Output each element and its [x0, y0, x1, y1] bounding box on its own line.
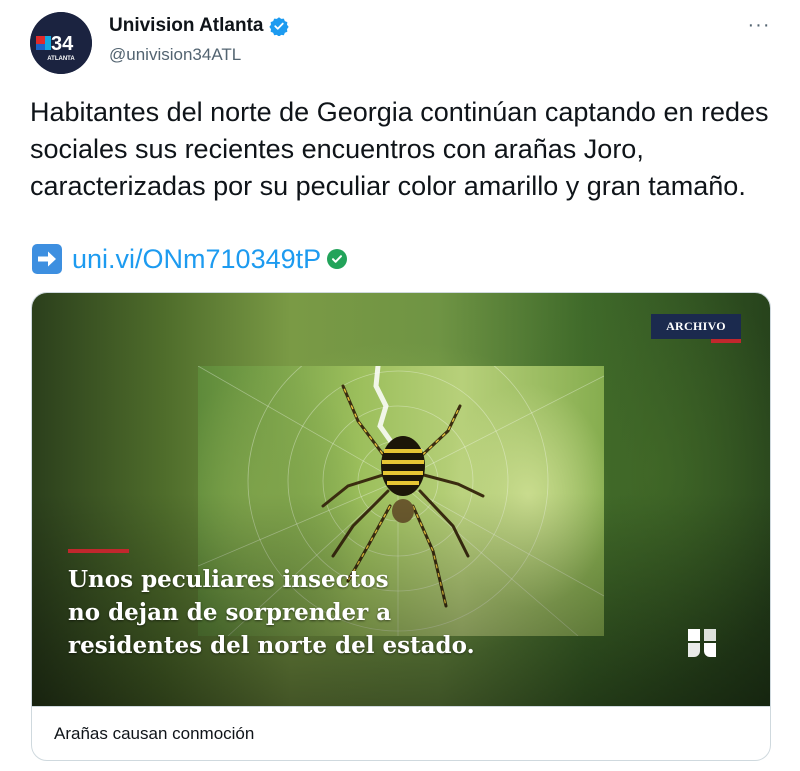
avatar[interactable]: 34 ATLANTA: [30, 12, 92, 74]
right-arrow-emoji-icon: [32, 244, 62, 274]
tweet-link[interactable]: uni.vi/ONm710349tP: [72, 244, 321, 275]
badge-accent-bar: [711, 339, 741, 343]
link-preview-card[interactable]: ARCHIVO Unos peculiares insectos no deja…: [31, 292, 771, 761]
card-headline: Unos peculiares insectos no dejan de sor…: [68, 563, 548, 662]
univision-logo-icon: [688, 629, 716, 657]
verified-badge-icon: [269, 17, 290, 36]
headline-line: Unos peculiares insectos: [68, 566, 389, 593]
account-name[interactable]: Univision Atlanta: [109, 15, 263, 37]
card-image[interactable]: ARCHIVO Unos peculiares insectos no deja…: [32, 293, 770, 706]
card-title: Arañas causan conmoción: [54, 724, 255, 743]
more-options-icon[interactable]: ···: [744, 14, 774, 38]
tweet: 34 ATLANTA Univision Atlanta @univision3…: [0, 0, 800, 771]
card-footer[interactable]: Arañas causan conmoción: [32, 706, 770, 760]
headline-line: no dejan de sorprender a: [68, 599, 392, 626]
headline-line: residentes del norte del estado.: [68, 632, 475, 659]
headline-accent-bar: [68, 549, 129, 553]
account-name-row: Univision Atlanta: [109, 15, 290, 37]
account-handle[interactable]: @univision34ATL: [109, 45, 241, 65]
avatar-caption: ATLANTA: [47, 56, 75, 62]
univision-34-logo: 34 ATLANTA: [30, 12, 92, 74]
tweet-text: Habitantes del norte de Georgia continúa…: [30, 97, 769, 201]
tweet-link-row: uni.vi/ONm710349tP: [32, 240, 348, 278]
archivo-badge: ARCHIVO: [651, 314, 741, 339]
avatar-number: 34: [51, 33, 74, 55]
check-mark-icon: [327, 249, 348, 269]
